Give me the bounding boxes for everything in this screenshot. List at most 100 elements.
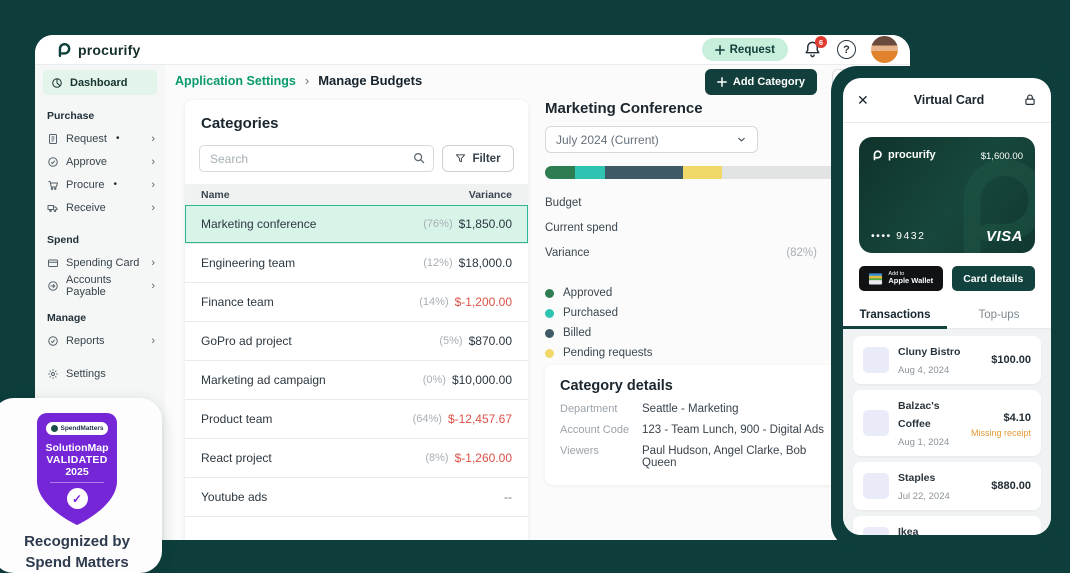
table-row[interactable]: GoPro ad project (5%)$870.00	[185, 322, 528, 361]
spend-matters-logo: SpendMatters	[46, 422, 109, 435]
sidebar-item-dashboard[interactable]: Dashboard	[43, 70, 157, 95]
category-name: Youtube ads	[201, 490, 267, 504]
table-header: Name Variance	[185, 184, 528, 205]
merchant-name: Balzac's Coffee	[898, 400, 940, 430]
transaction-amount: $880.00	[991, 480, 1031, 492]
visa-logo: VISA	[986, 228, 1023, 245]
card-details-label: Card details	[963, 273, 1023, 285]
current-spend-row: Current spend	[545, 215, 817, 240]
legend-item-purchased: Purchased	[545, 303, 845, 323]
chevron-right-icon: ›	[151, 156, 155, 168]
top-bar: procurify Request 6 ?	[35, 35, 910, 65]
table-row[interactable]: Marketing conference (76%)$1,850.00	[185, 205, 528, 244]
avatar[interactable]	[871, 36, 898, 63]
field-label: Viewers	[560, 445, 642, 469]
request-button[interactable]: Request	[702, 38, 788, 61]
notifications-button[interactable]: 6	[803, 40, 822, 59]
receipt-thumbnail	[863, 527, 889, 535]
sidebar-item-accounts-payable[interactable]: Accounts Payable ›	[35, 274, 165, 297]
tab-top-ups[interactable]: Top-ups	[947, 303, 1051, 328]
budget-label: Budget	[545, 197, 581, 209]
category-details-panel: Category details Department Seattle - Ma…	[545, 365, 845, 485]
transaction-row[interactable]: Staples Jul 22, 2024 $880.00	[853, 462, 1041, 510]
sidebar-item-receive[interactable]: Spending Card Receive ›	[35, 196, 165, 219]
sidebar-item-settings[interactable]: Settings	[35, 362, 165, 385]
bar-segment-billed	[605, 166, 683, 179]
category-name: GoPro ad project	[201, 334, 292, 348]
chevron-right-icon: ›	[151, 280, 155, 292]
category-name: Finance team	[201, 295, 274, 309]
sidebar-item-label: Request	[66, 133, 107, 145]
table-row[interactable]: Finance team (14%)$-1,200.00	[185, 283, 528, 322]
plus-icon	[717, 77, 727, 87]
badge-divider	[50, 482, 104, 483]
table-row-partial	[185, 517, 528, 531]
arrow-circle-icon	[47, 280, 59, 292]
field-value: Paul Hudson, Angel Clarke, Bob Queen	[642, 445, 830, 469]
filter-label: Filter	[472, 153, 500, 165]
breadcrumb-separator: ›	[305, 73, 309, 88]
legend-label: Pending requests	[563, 347, 653, 359]
breadcrumb-parent-link[interactable]: Application Settings	[175, 74, 296, 88]
transaction-amount: $4.10	[1003, 412, 1031, 424]
variance-amount: $1,850.00	[459, 217, 512, 231]
sidebar-item-label: Approve	[66, 156, 107, 168]
page-title: Manage Budgets	[318, 73, 422, 88]
transaction-row[interactable]: Cluny BistroAug 4, 2024 $100.00	[853, 336, 1041, 384]
budget-row: Budget	[545, 190, 817, 215]
help-button[interactable]: ?	[837, 40, 856, 59]
modal-title: Virtual Card	[875, 93, 1023, 107]
notification-badge: 6	[815, 36, 827, 48]
card-actions: Add to Apple Wallet Card details	[859, 266, 1035, 291]
sidebar-item-spending-card[interactable]: Spending Card ›	[35, 251, 165, 274]
badge-line-year: 2025	[65, 466, 88, 478]
close-icon[interactable]: ✕	[857, 92, 875, 109]
card-brand-logo: procurify	[871, 149, 936, 161]
table-row[interactable]: Marketing ad campaign (0%)$10,000.00	[185, 361, 528, 400]
apple-wallet-icon	[868, 273, 883, 285]
sidebar-item-approve[interactable]: Approve ›	[35, 150, 165, 173]
legend-item-approved: Approved	[545, 283, 845, 303]
sidebar-item-request[interactable]: Request • ›	[35, 127, 165, 150]
category-name: Marketing ad campaign	[201, 373, 326, 387]
tab-transactions[interactable]: Transactions	[843, 303, 947, 328]
procurify-logo-icon	[871, 149, 883, 161]
table-row[interactable]: Youtube ads --	[185, 478, 528, 517]
sidebar-item-reports[interactable]: Reports ›	[35, 329, 165, 352]
sidebar-item-procure[interactable]: Procure • ›	[35, 173, 165, 196]
category-name: Product team	[201, 412, 272, 426]
table-row[interactable]: React project (8%)$-1,260.00	[185, 439, 528, 478]
spend-matters-badge-card: SpendMatters SolutionMap VALIDATED 2025 …	[0, 398, 162, 573]
transaction-row[interactable]: Balzac's CoffeeAug 1, 2024 $4.10Missing …	[853, 390, 1041, 456]
transaction-date: Aug 4, 2024	[898, 365, 949, 376]
request-button-label: Request	[730, 44, 775, 56]
receipt-thumbnail	[863, 347, 889, 373]
period-select[interactable]: July 2024 (Current)	[545, 126, 758, 153]
merchant-name: Staples	[898, 472, 935, 484]
filter-button[interactable]: Filter	[442, 145, 514, 172]
search-input[interactable]	[199, 145, 434, 172]
category-name: React project	[201, 451, 272, 465]
category-name: Marketing conference	[201, 217, 316, 231]
check-rosette-icon: ✓	[67, 488, 88, 509]
add-category-button[interactable]: Add Category	[705, 69, 817, 95]
main-content: Application Settings › Manage Budgets Ad…	[165, 65, 910, 540]
sidebar-item-label: Dashboard	[70, 77, 127, 89]
categories-toolbar: Filter	[199, 145, 514, 172]
check-circle-icon	[47, 156, 59, 168]
category-name: Engineering team	[201, 256, 295, 270]
table-row[interactable]: Engineering team (12%)$18,000.0	[185, 244, 528, 283]
brand-name: procurify	[78, 42, 140, 58]
chevron-right-icon: ›	[151, 202, 155, 214]
sidebar-item-label: Procure	[66, 179, 105, 191]
table-row[interactable]: Product team (64%)$-12,457.67	[185, 400, 528, 439]
unread-dot: •	[116, 133, 120, 144]
app-body: Dashboard Purchase Request • › Approve ›…	[35, 65, 910, 540]
lock-icon[interactable]	[1023, 93, 1037, 107]
transaction-row[interactable]: IkeaJul 2, 2024 $150.80	[853, 516, 1041, 535]
card-details-button[interactable]: Card details	[952, 266, 1036, 291]
transaction-date: Jul 22, 2024	[898, 491, 950, 502]
add-to-apple-wallet-button[interactable]: Add to Apple Wallet	[859, 266, 943, 291]
virtual-card-modal: ✕ Virtual Card procurify $1,600.00 •••• …	[831, 66, 1063, 549]
chevron-down-icon	[736, 134, 747, 145]
